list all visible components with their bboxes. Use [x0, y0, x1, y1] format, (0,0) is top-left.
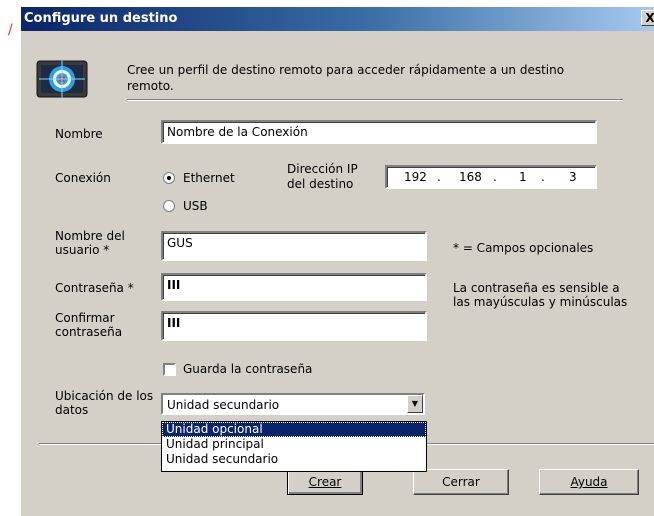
close-icon: X	[645, 11, 654, 25]
save-password-checkbox[interactable]	[163, 363, 176, 376]
ip-label: Dirección IP del destino	[287, 162, 358, 191]
save-password-label[interactable]: Guarda la contraseña	[183, 362, 312, 376]
usb-label[interactable]: USB	[183, 199, 208, 213]
ip-octet-2: 168	[459, 170, 482, 184]
crear-button[interactable]: Crear	[287, 469, 363, 495]
intro-text: Cree un perfil de destino remoto para ac…	[127, 63, 565, 93]
close-button[interactable]: X	[641, 10, 654, 26]
ip-octet-1: 192	[404, 170, 427, 184]
password-value: III	[167, 278, 181, 292]
ip-dot: .	[437, 170, 441, 184]
confirm-value: III	[167, 316, 181, 330]
ip-dot: .	[493, 170, 497, 184]
nombre-input[interactable]: Nombre de la Conexión	[161, 120, 597, 144]
usb-radio[interactable]	[163, 200, 175, 212]
usuario-input[interactable]: GUS	[161, 231, 427, 261]
password-note: La contraseña es sensible a las mayúscul…	[453, 281, 628, 309]
nombre-label: Nombre	[55, 127, 103, 141]
conexion-label: Conexión	[55, 171, 111, 185]
ubicacion-select[interactable]: Unidad secundario ▼	[161, 393, 425, 415]
annotation-mark: /	[8, 22, 13, 38]
ip-octet-4: 3	[569, 170, 577, 184]
opcionales-note: * = Campos opcionales	[453, 241, 594, 255]
target-device-icon	[35, 55, 89, 101]
usuario-value: GUS	[167, 236, 193, 250]
ethernet-radio[interactable]	[163, 172, 175, 184]
dropdown-option[interactable]: Unidad opcional	[162, 422, 426, 437]
chevron-down-icon[interactable]: ▼	[407, 395, 423, 413]
ethernet-label[interactable]: Ethernet	[183, 171, 235, 185]
ayuda-button[interactable]: Ayuda	[539, 469, 639, 495]
ubicacion-label: Ubicación de los datos	[55, 389, 154, 417]
ubicacion-value: Unidad secundario	[167, 398, 280, 412]
radio-selected-dot	[167, 176, 171, 180]
ip-dot: .	[541, 170, 545, 184]
ubicacion-dropdown-list: Unidad opcional Unidad principal Unidad …	[161, 421, 427, 472]
confirm-password-input[interactable]: III	[161, 311, 427, 341]
ip-octet-3: 1	[519, 170, 527, 184]
cerrar-button[interactable]: Cerrar	[413, 469, 509, 495]
nombre-value: Nombre de la Conexión	[167, 125, 308, 139]
title-bar[interactable]: Configure un destino X	[21, 7, 654, 31]
ip-address-input[interactable]: 192 . 168 . 1 . 3	[385, 165, 597, 189]
configure-destination-dialog: Configure un destino X Cree un perfil de…	[20, 6, 654, 516]
dropdown-option[interactable]: Unidad secundario	[162, 452, 426, 467]
dropdown-option[interactable]: Unidad principal	[162, 437, 426, 452]
usuario-label: Nombre del usuario *	[55, 229, 125, 257]
dialog-title: Configure un destino	[24, 11, 178, 26]
confirm-label: Confirmar contraseña	[55, 311, 123, 339]
header-separator-highlight	[127, 100, 623, 101]
password-input[interactable]: III	[161, 273, 427, 301]
password-label: Contraseña *	[55, 281, 134, 295]
